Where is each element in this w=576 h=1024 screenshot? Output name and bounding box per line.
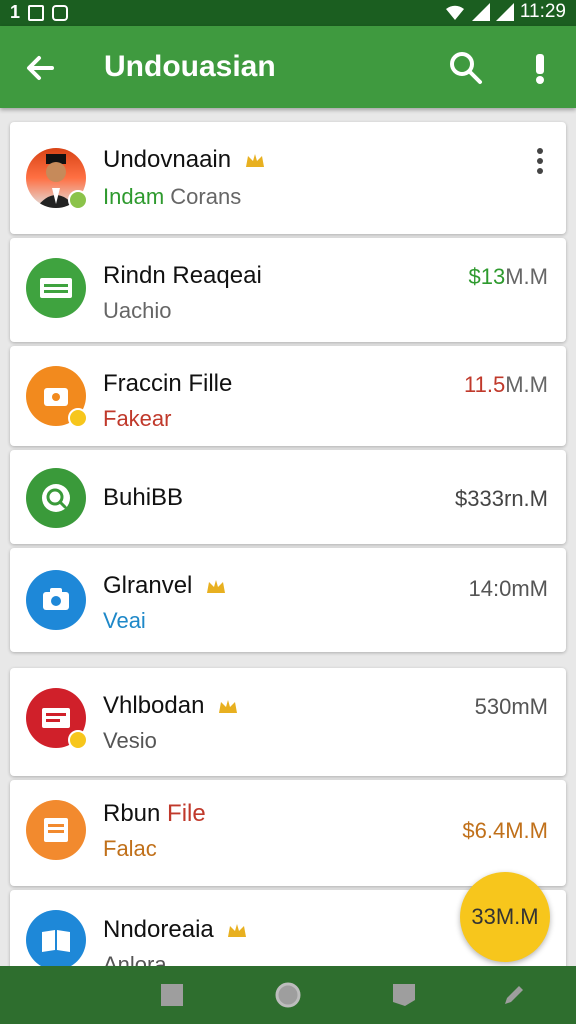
item-subtitle: Indam [103,184,165,209]
coin-badge-icon [68,730,88,750]
edit-icon[interactable] [499,980,529,1010]
item-value: $6.4M.M [462,818,548,843]
status-bar: 1 11:29 [0,0,576,26]
item-title: Vhlbodan [103,692,205,719]
book-icon [42,930,70,952]
item-value: $333rn.M [455,486,548,511]
avatar [26,366,88,428]
item-subtitle: Veai [103,608,146,633]
signal-icon-2 [495,3,514,21]
item-title: Glranvel [103,572,193,599]
avatar [26,258,86,318]
item-title: Undovnaain [103,146,232,173]
avatar [26,468,86,528]
alert-icon[interactable] [524,48,556,88]
message-icon [40,278,72,298]
sim-icon [28,4,45,21]
item-subtitle-extra: Corans [170,184,242,209]
item-title: BuhiBB [103,484,184,511]
item-value: 11.5 [464,372,506,397]
item-title: Rbun [103,800,161,827]
avatar [26,570,86,630]
crown-icon [219,699,238,713]
status-left-icons: 1 [10,2,69,23]
list-item[interactable]: Glranvel Veai 14:0mM [10,548,566,652]
flag-icon[interactable] [389,980,419,1010]
avatar [26,910,86,970]
item-title: Fraccin Fille [103,370,233,397]
item-title: Rindn Reaqeai [103,262,262,289]
list-item[interactable]: Vhlbodan Vesio 530mM [10,668,566,776]
image-icon [52,4,69,21]
item-value-unit: M.M [505,372,548,397]
avatar [26,148,88,210]
note-icon [44,818,68,842]
list-item[interactable]: Rbun File Falac $6.4M.M [10,780,566,886]
circle-icon[interactable] [273,980,303,1010]
item-subtitle: Vesio [103,728,157,753]
avatar [26,800,86,860]
square-icon[interactable] [157,980,187,1010]
list-item[interactable]: BuhiBB $333rn.M [10,450,566,544]
camera-icon [43,588,69,610]
list-item[interactable]: Fraccin Fille Fakear 11.5M.M [10,346,566,446]
item-subtitle: Uachio [103,298,172,323]
wifi-icon [445,5,464,20]
search-icon[interactable] [446,48,486,88]
avatar [26,688,88,750]
item-title-accent: File [167,800,206,827]
item-value: $13 [468,264,506,289]
item-value-unit: M.M [505,264,548,289]
list-item[interactable]: Rindn Reaqeai Uachio $13M.M [10,238,566,342]
status-right-icons: 11:29 [444,1,566,23]
more-vert-icon[interactable] [530,146,550,176]
signal-icon [471,3,490,21]
crown-icon [207,579,226,593]
navigation-bar [0,966,576,1024]
item-subtitle: Falac [103,836,157,861]
status-time: 11:29 [519,1,566,22]
crown-icon [245,153,264,167]
page-title: Undouasian [104,50,276,83]
app-bar: Undouasian [0,26,576,108]
item-value: 530mM [474,694,548,719]
lock-badge-icon [68,408,88,428]
crown-icon [228,923,247,937]
item-value: 14:0mM [468,576,548,601]
floating-action-button[interactable]: 33M.M [460,872,550,962]
item-title: Nndoreaia [103,916,214,943]
item-subtitle: Fakear [103,406,172,431]
back-arrow-icon[interactable] [20,48,60,88]
verified-badge-icon [68,190,88,210]
list-item[interactable]: Undovnaain Indam Corans [10,122,566,234]
notification-icon: 1 [10,2,21,22]
search-circle-icon [42,484,70,512]
